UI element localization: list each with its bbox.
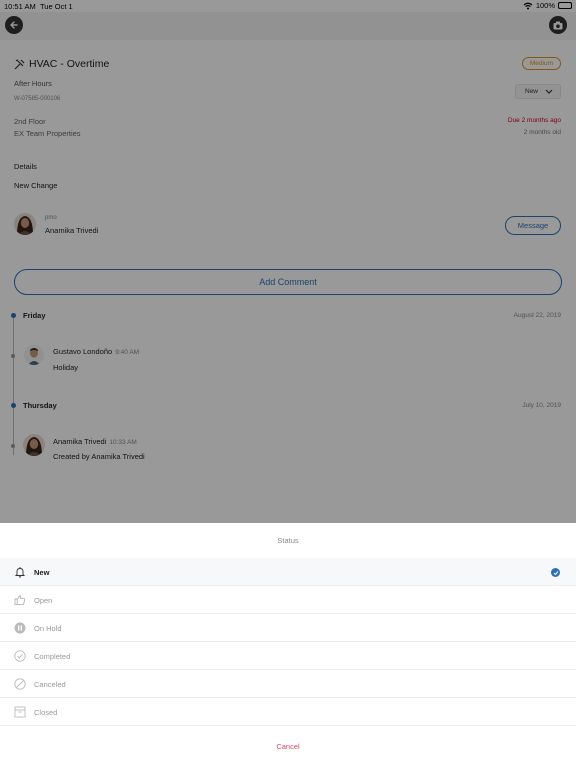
status-option-label: On Hold: [34, 624, 62, 633]
status-sheet-title: Status: [277, 536, 299, 545]
pause-icon: [14, 622, 26, 634]
status-option-label: Closed: [34, 708, 58, 717]
status-option-label: Open: [34, 596, 53, 605]
cancel-icon: [14, 678, 26, 690]
status-option-completed[interactable]: Completed: [0, 642, 576, 670]
bell-icon: [14, 567, 26, 578]
check-circle-icon: [14, 650, 26, 662]
modal-backdrop[interactable]: [0, 0, 576, 523]
status-option-label: Canceled: [34, 680, 66, 689]
thumbs-up-icon: [14, 595, 26, 605]
status-option-on-hold[interactable]: On Hold: [0, 614, 576, 642]
status-option-canceled[interactable]: Canceled: [0, 670, 576, 698]
status-option-closed[interactable]: Closed: [0, 698, 576, 726]
status-option-open[interactable]: Open: [0, 586, 576, 614]
archive-icon: [14, 706, 26, 718]
status-option-label: Completed: [34, 652, 71, 661]
status-option-label: New: [34, 568, 50, 577]
status-option-new[interactable]: New: [0, 558, 576, 586]
checkmark-icon: [551, 568, 560, 577]
cancel-button[interactable]: Cancel: [0, 742, 576, 751]
